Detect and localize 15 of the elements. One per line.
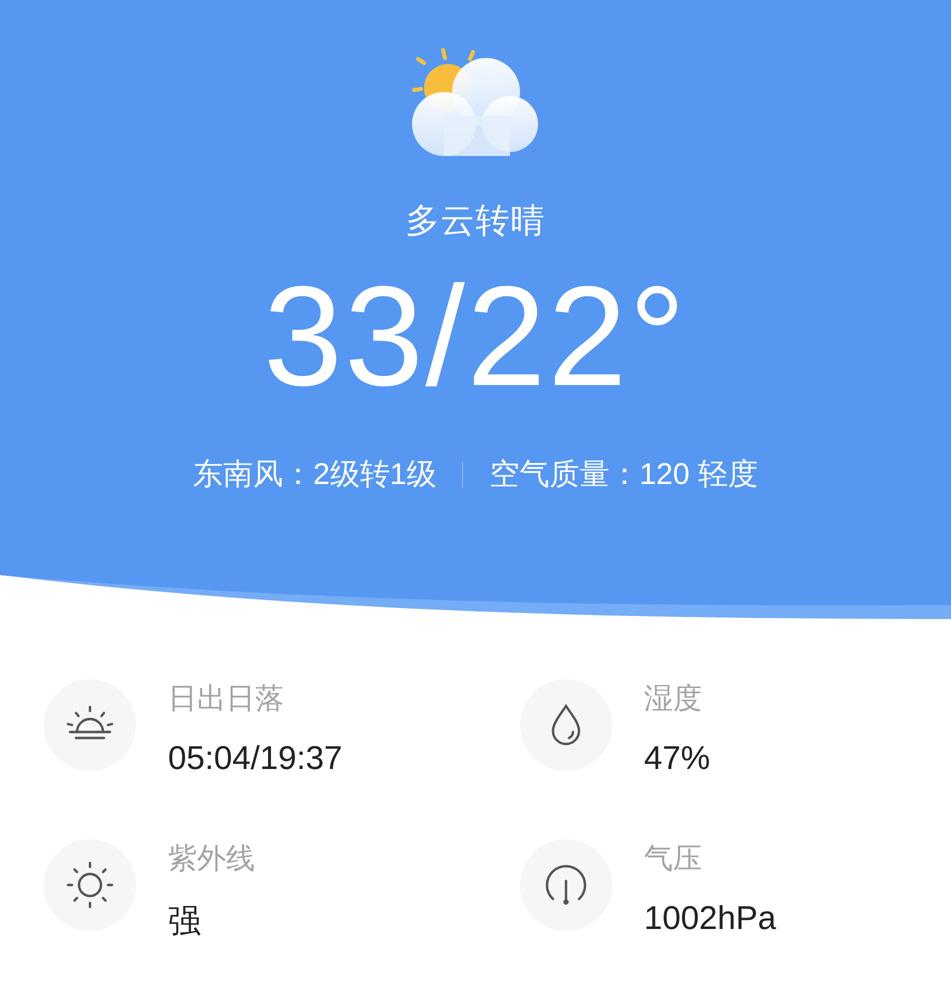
water-drop-icon: [549, 703, 583, 747]
weather-condition: 多云转晴: [406, 201, 546, 242]
detail-value: 1002hPa: [644, 899, 776, 937]
detail-value: 强: [168, 901, 202, 941]
wind-info: 东南风：2级转1级: [193, 457, 436, 493]
detail-label: 湿度: [644, 682, 703, 717]
air-quality-info: 空气质量：120 轻度: [489, 457, 758, 493]
detail-value: 05:04/19:37: [168, 739, 342, 777]
detail-label: 气压: [644, 842, 703, 877]
detail-label: 紫外线: [168, 842, 255, 877]
detail-value: 47%: [644, 739, 710, 777]
temperature-range: 33/22°: [263, 266, 688, 408]
gauge-icon: [543, 863, 589, 907]
sun-icon: [65, 860, 115, 910]
detail-label: 日出日落: [168, 682, 285, 717]
